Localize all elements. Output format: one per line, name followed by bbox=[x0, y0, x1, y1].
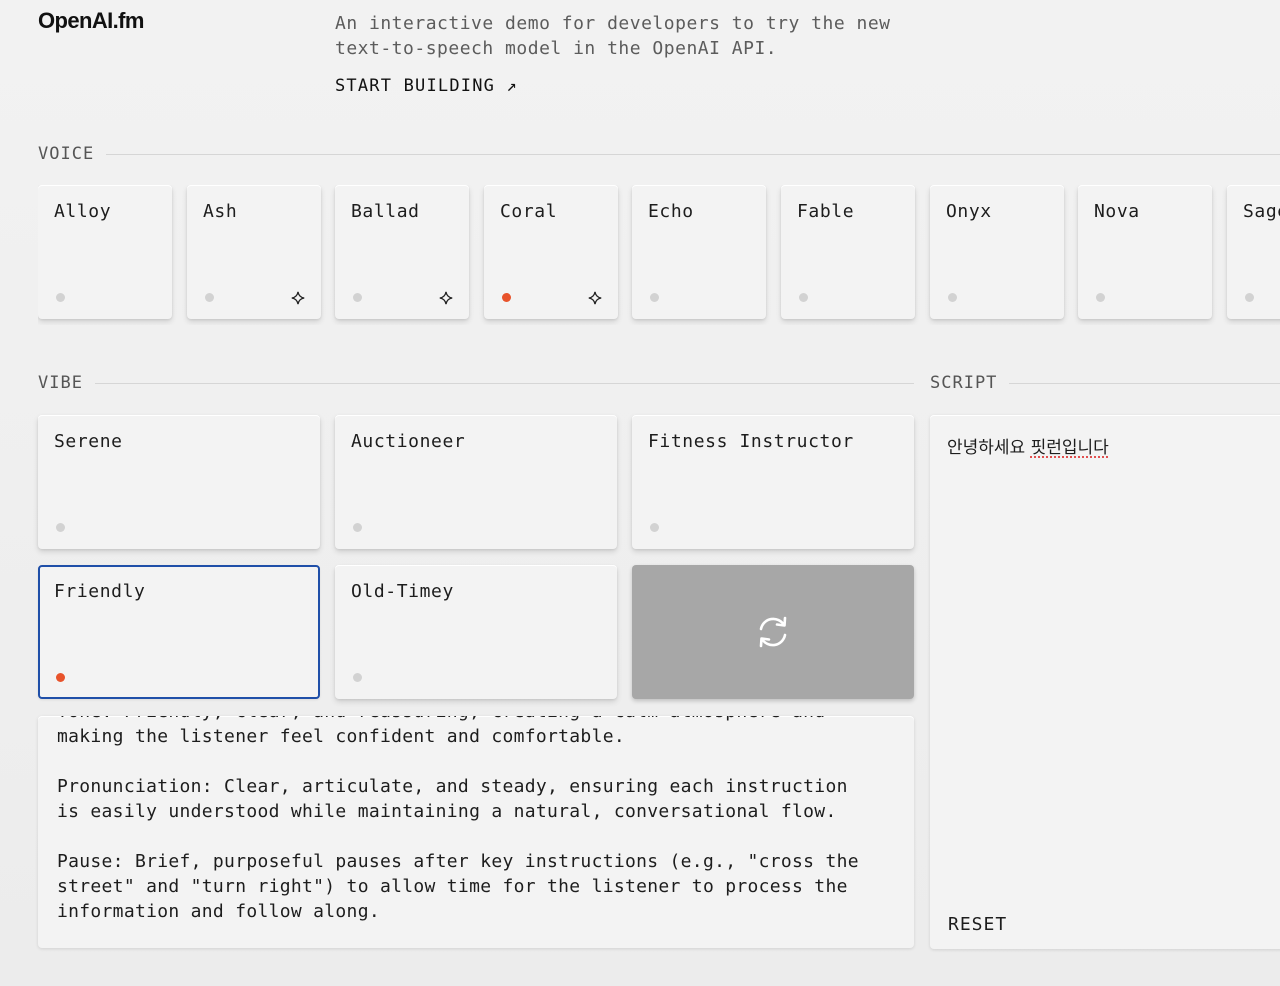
status-dot-active bbox=[502, 293, 511, 302]
status-dot bbox=[353, 523, 362, 532]
status-dot bbox=[948, 293, 957, 302]
status-dot bbox=[650, 293, 659, 302]
script-section-label: SCRIPT bbox=[930, 373, 1280, 393]
status-dot bbox=[353, 673, 362, 682]
voice-card-ash[interactable]: Ash bbox=[187, 185, 321, 319]
vibe-name: Old-Timey bbox=[351, 581, 454, 602]
voice-card-ballad[interactable]: Ballad bbox=[335, 185, 469, 319]
status-dot bbox=[353, 293, 362, 302]
status-dot bbox=[205, 293, 214, 302]
voice-name: Onyx bbox=[946, 201, 992, 222]
voice-name: Coral bbox=[500, 201, 557, 222]
sparkle-icon bbox=[291, 291, 305, 305]
vibe-section-label: VIBE bbox=[38, 373, 914, 393]
voice-name: Ballad bbox=[351, 201, 420, 222]
voice-name: Echo bbox=[648, 201, 694, 222]
status-dot bbox=[799, 293, 808, 302]
status-dot bbox=[56, 523, 65, 532]
vibe-card-old-timey[interactable]: Old-Timey bbox=[335, 565, 617, 699]
voice-label: VOICE bbox=[38, 144, 94, 164]
vibe-name: Serene bbox=[54, 431, 123, 452]
divider bbox=[95, 383, 914, 384]
vibe-card-auctioneer[interactable]: Auctioneer bbox=[335, 415, 617, 549]
start-building-link[interactable]: START BUILDING ↗ bbox=[335, 76, 518, 96]
shuffle-vibe-button[interactable] bbox=[632, 565, 914, 699]
vibe-name: Auctioneer bbox=[351, 431, 465, 452]
script-text: 안녕하세요 핏런입니다 bbox=[947, 433, 1109, 458]
status-dot bbox=[650, 523, 659, 532]
vibe-label: VIBE bbox=[38, 373, 83, 393]
logo[interactable]: OpenAI.fm bbox=[38, 8, 144, 34]
voice-name: Fable bbox=[797, 201, 854, 222]
voice-card-echo[interactable]: Echo bbox=[632, 185, 766, 319]
refresh-icon bbox=[753, 612, 793, 652]
reset-button[interactable]: RESET bbox=[948, 914, 1007, 935]
app-root: OpenAI.fm An interactive demo for develo… bbox=[0, 0, 1280, 986]
voice-card-fable[interactable]: Fable bbox=[781, 185, 915, 319]
voice-name: Alloy bbox=[54, 201, 111, 222]
voice-card-alloy[interactable]: Alloy bbox=[38, 185, 172, 319]
vibe-instructions-textarea[interactable]: Tone: Friendly, clear, and reassuring, c… bbox=[38, 716, 914, 948]
vibe-card-fitness-instructor[interactable]: Fitness Instructor bbox=[632, 415, 914, 549]
vibe-name: Friendly bbox=[54, 581, 146, 602]
script-word-misspelled: 핏런입니다 bbox=[1031, 438, 1109, 458]
voice-card-coral[interactable]: Coral bbox=[484, 185, 618, 319]
voice-name: Nova bbox=[1094, 201, 1140, 222]
voice-list: Alloy Ash Ballad Coral Echo Fable Onyx N… bbox=[38, 185, 1280, 325]
voice-name: Sage bbox=[1243, 201, 1280, 222]
voice-card-nova[interactable]: Nova bbox=[1078, 185, 1212, 319]
instructions-text: Tone: Friendly, clear, and reassuring, c… bbox=[57, 716, 897, 948]
status-dot-active bbox=[56, 673, 65, 682]
voice-card-sage[interactable]: Sage bbox=[1227, 185, 1280, 319]
voice-card-onyx[interactable]: Onyx bbox=[930, 185, 1064, 319]
script-textarea[interactable]: 안녕하세요 핏런입니다 RESET bbox=[930, 415, 1280, 949]
vibe-card-friendly[interactable]: Friendly bbox=[38, 565, 320, 699]
voice-name: Ash bbox=[203, 201, 237, 222]
tagline: An interactive demo for developers to tr… bbox=[335, 11, 895, 61]
sparkle-icon bbox=[439, 291, 453, 305]
sparkle-icon bbox=[588, 291, 602, 305]
script-word: 안녕하세요 bbox=[947, 438, 1031, 458]
status-dot bbox=[1245, 293, 1254, 302]
status-dot bbox=[56, 293, 65, 302]
divider bbox=[106, 154, 1280, 155]
voice-section-label: VOICE bbox=[38, 144, 1280, 164]
divider bbox=[1009, 383, 1280, 384]
vibe-name: Fitness Instructor bbox=[648, 431, 854, 452]
script-label: SCRIPT bbox=[930, 373, 997, 393]
status-dot bbox=[1096, 293, 1105, 302]
vibe-card-serene[interactable]: Serene bbox=[38, 415, 320, 549]
